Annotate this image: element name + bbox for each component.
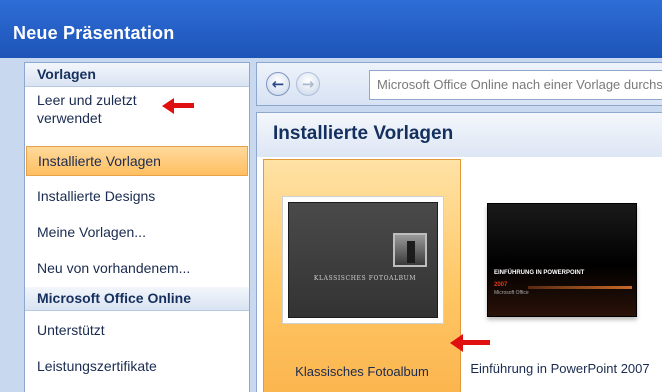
content-title: Installierte Vorlagen: [257, 113, 662, 157]
template-thumbnail: KLASSISCHES FOTOALBUM: [282, 196, 444, 324]
sidebar-item-label: Leer und zuletzt verwendet: [37, 92, 137, 126]
sidebar-item-label: Leistungszertifikate: [37, 358, 157, 374]
template-tile-classic-photo-album[interactable]: KLASSISCHES FOTOALBUM Klassisches Fotoal…: [263, 159, 461, 392]
section-header-templates: Vorlagen: [25, 63, 249, 87]
sidebar-item-certificates[interactable]: Leistungszertifikate: [25, 357, 249, 375]
sidebar: Vorlagen Leer und zuletzt verwendet Inst…: [24, 62, 250, 392]
template-label[interactable]: Einführung in PowerPoint 2007: [465, 359, 655, 378]
sidebar-item-label: Neu von vorhandenem...: [37, 260, 191, 276]
section-header-office-online: Microsoft Office Online: [25, 287, 249, 311]
template-tile-intro-powerpoint[interactable]: EINFÜHRUNG IN POWERPOINT 2007 Microsoft …: [487, 203, 637, 317]
sidebar-item-label: Unterstützt: [37, 322, 105, 338]
thumbnail-title: EINFÜHRUNG IN POWERPOINT: [494, 270, 585, 276]
sidebar-item-new-from-existing[interactable]: Neu von vorhandenem...: [25, 259, 249, 277]
annotation-arrow-icon: [450, 334, 490, 352]
sidebar-item-my-templates[interactable]: Meine Vorlagen...: [25, 223, 249, 241]
thumbnail-subtitle: Microsoft Office: [494, 290, 529, 296]
template-label: Klassisches Fotoalbum: [295, 364, 429, 379]
thumbnail-caption: KLASSISCHES FOTOALBUM: [313, 275, 417, 282]
thumbnail-year: 2007: [494, 282, 508, 288]
forward-arrow-icon[interactable]: →: [296, 72, 320, 96]
search-input[interactable]: Microsoft Office Online nach einer Vorla…: [369, 70, 662, 100]
thumbnail-bar: [528, 286, 632, 289]
navigation-bar: ← → Microsoft Office Online nach einer V…: [256, 62, 662, 106]
sidebar-item-supported[interactable]: Unterstützt: [25, 321, 249, 339]
sidebar-item-label: Installierte Vorlagen: [38, 153, 161, 169]
annotation-arrow-icon: [162, 98, 194, 114]
window-title: Neue Präsentation: [13, 23, 175, 43]
title-bar: Neue Präsentation: [0, 0, 662, 58]
sidebar-item-label: Meine Vorlagen...: [37, 224, 146, 240]
sidebar-item-label: Installierte Designs: [37, 188, 156, 204]
back-arrow-icon[interactable]: ←: [266, 72, 290, 96]
sidebar-item-installed-templates[interactable]: Installierte Vorlagen: [26, 146, 248, 176]
photo-icon: [393, 233, 427, 267]
sidebar-item-installed-designs[interactable]: Installierte Designs: [25, 187, 249, 205]
